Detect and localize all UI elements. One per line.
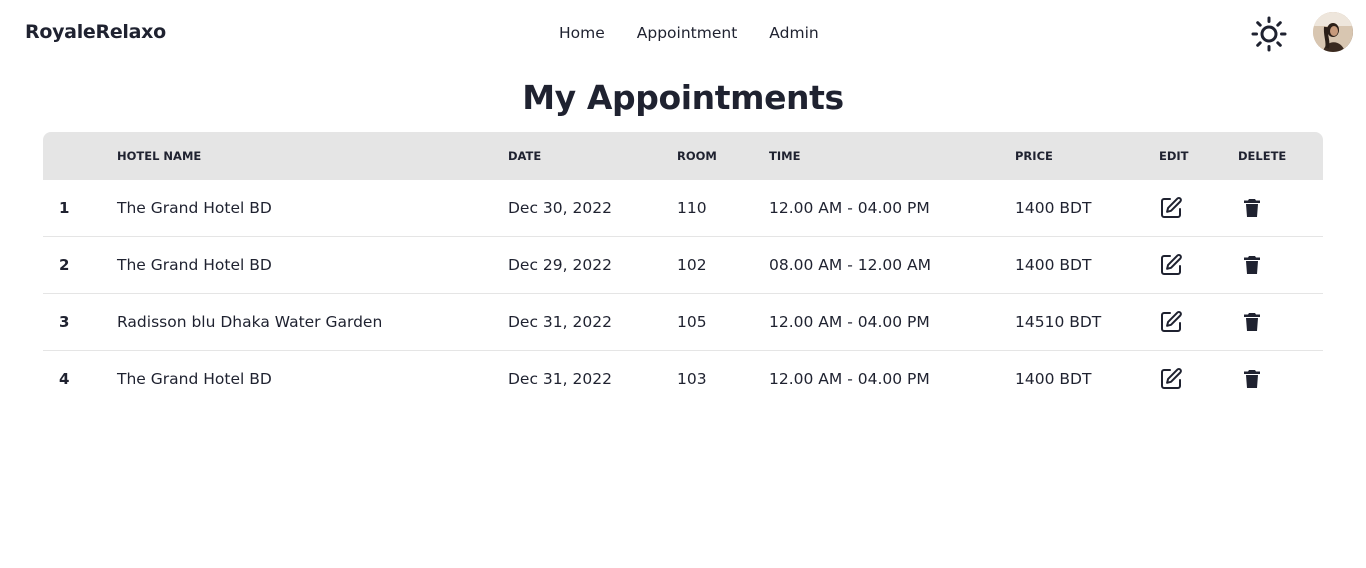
edit-button[interactable] bbox=[1159, 196, 1183, 220]
nav-item-appointment[interactable]: Appointment bbox=[626, 14, 749, 52]
trash-icon bbox=[1244, 370, 1260, 388]
header-time: Time bbox=[769, 132, 1015, 180]
row-date: Dec 29, 2022 bbox=[508, 237, 677, 294]
edit-button[interactable] bbox=[1159, 253, 1183, 277]
header-room: Room bbox=[677, 132, 769, 180]
table-header-row: Hotel Name Date Room Time Price Edit Del… bbox=[43, 132, 1323, 180]
appointments-table: Hotel Name Date Room Time Price Edit Del… bbox=[43, 132, 1323, 407]
row-date: Dec 31, 2022 bbox=[508, 370, 612, 388]
header-edit: Edit bbox=[1159, 132, 1238, 180]
row-date: Dec 30, 2022 bbox=[508, 180, 677, 237]
header-price: Price bbox=[1015, 132, 1159, 180]
row-price: 1400 BDT bbox=[1015, 237, 1159, 294]
trash-icon bbox=[1244, 199, 1260, 217]
row-date: Dec 31, 2022 bbox=[508, 294, 677, 351]
theme-toggle-button[interactable] bbox=[1251, 16, 1287, 52]
delete-button[interactable] bbox=[1240, 196, 1264, 220]
row-time: 12.00 AM - 04.00 PM bbox=[769, 180, 1015, 237]
header-delete: Delete bbox=[1238, 132, 1323, 180]
row-edit-cell bbox=[1159, 294, 1238, 351]
row-time: 12.00 AM - 04.00 PM bbox=[769, 294, 1015, 351]
trash-icon bbox=[1244, 256, 1260, 274]
edit-icon bbox=[1161, 311, 1182, 332]
edit-icon bbox=[1161, 254, 1182, 275]
edit-icon bbox=[1161, 197, 1182, 218]
row-index: 3 bbox=[43, 294, 117, 351]
edit-icon bbox=[1161, 368, 1182, 389]
row-room: 110 bbox=[677, 180, 769, 237]
row-hotel-name: The Grand Hotel BD bbox=[117, 237, 508, 294]
row-index: 4 bbox=[59, 370, 70, 388]
row-price: 1400 BDT bbox=[1015, 370, 1092, 388]
row-hotel-name: The Grand Hotel BD bbox=[117, 370, 272, 388]
nav-links: Home Appointment Admin bbox=[548, 14, 830, 52]
appointments-table-container: Hotel Name Date Room Time Price Edit Del… bbox=[43, 132, 1323, 407]
row-edit-cell bbox=[1159, 237, 1238, 294]
edit-button[interactable] bbox=[1159, 310, 1183, 334]
table-row: 4 The Grand Hotel BD Dec 31, 2022 103 12… bbox=[43, 351, 1323, 407]
row-time: 12.00 AM - 04.00 PM bbox=[769, 370, 930, 388]
page-title: My Appointments bbox=[522, 78, 844, 117]
table-row: 3 Radisson blu Dhaka Water Garden Dec 31… bbox=[43, 294, 1323, 351]
row-room: 102 bbox=[677, 237, 769, 294]
trash-icon bbox=[1244, 313, 1260, 331]
brand-logo[interactable]: RoyaleRelaxo bbox=[25, 21, 166, 43]
avatar[interactable] bbox=[1313, 12, 1353, 52]
row-room: 103 bbox=[677, 370, 707, 388]
row-index: 1 bbox=[43, 180, 117, 237]
row-hotel-name: The Grand Hotel BD bbox=[117, 180, 508, 237]
row-room: 105 bbox=[677, 294, 769, 351]
table-row: 2 The Grand Hotel BD Dec 29, 2022 102 08… bbox=[43, 237, 1323, 294]
sun-icon bbox=[1251, 16, 1287, 52]
delete-button[interactable] bbox=[1240, 310, 1264, 334]
table-row: 1 The Grand Hotel BD Dec 30, 2022 110 12… bbox=[43, 180, 1323, 237]
header-index bbox=[43, 132, 117, 180]
row-price: 14510 BDT bbox=[1015, 294, 1159, 351]
row-index: 2 bbox=[43, 237, 117, 294]
delete-button[interactable] bbox=[1240, 253, 1264, 277]
row-delete-cell bbox=[1238, 351, 1323, 407]
nav-item-admin[interactable]: Admin bbox=[758, 14, 829, 52]
row-edit-cell bbox=[1159, 351, 1238, 407]
row-price: 1400 BDT bbox=[1015, 180, 1159, 237]
row-delete-cell bbox=[1238, 237, 1323, 294]
header-date: Date bbox=[508, 132, 677, 180]
row-delete-cell bbox=[1238, 294, 1323, 351]
row-hotel-name: Radisson blu Dhaka Water Garden bbox=[117, 294, 508, 351]
edit-button[interactable] bbox=[1159, 367, 1183, 391]
row-delete-cell bbox=[1238, 180, 1323, 237]
delete-button[interactable] bbox=[1240, 367, 1264, 391]
header-hotel-name: Hotel Name bbox=[117, 132, 508, 180]
nav-item-home[interactable]: Home bbox=[548, 14, 616, 52]
avatar-image bbox=[1313, 12, 1353, 52]
row-time: 08.00 AM - 12.00 AM bbox=[769, 237, 1015, 294]
navbar: RoyaleRelaxo Home Appointment Admin bbox=[0, 0, 1366, 66]
row-edit-cell bbox=[1159, 180, 1238, 237]
